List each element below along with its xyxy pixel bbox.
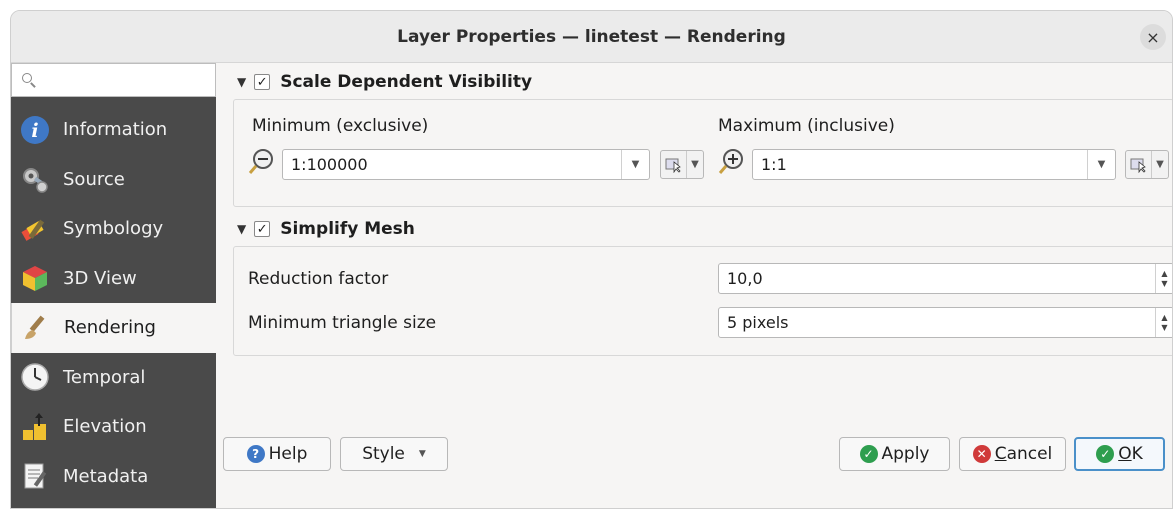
sidebar: i Information Source Symbology 3D View R… [11,63,216,508]
sidebar-item-rendering[interactable]: Rendering [11,303,216,353]
apply-label: Apply [881,444,930,464]
max-scale-from-canvas-button[interactable]: ▼ [1125,150,1169,179]
sidebar-nav: i Information Source Symbology 3D View R… [11,105,216,501]
title-bar: Layer Properties — linetest — Rendering … [11,11,1172,63]
metadata-icon [19,460,51,492]
chevron-down-icon[interactable]: ▼ [621,150,649,179]
map-cursor-icon [661,151,687,178]
ok-label: OK [1118,444,1143,464]
chevron-down-icon: ▼ [691,159,699,170]
check-icon: ✓ [859,445,878,463]
sidebar-item-symbology[interactable]: Symbology [11,204,216,254]
simplify-mesh-checkbox[interactable]: ✓ [254,221,271,237]
check-icon: ✓ [1096,445,1115,463]
simplify-mesh-title: Simplify Mesh [280,219,415,239]
search-icon [22,73,36,88]
spin-arrows-icon[interactable]: ▲ ▼ [1155,264,1172,293]
scale-visibility-title: Scale Dependent Visibility [280,72,533,92]
sidebar-item-label: Source [63,168,125,190]
scale-visibility-header[interactable]: ▼ ✓ Scale Dependent Visibility [223,65,1172,99]
collapse-arrow-icon[interactable]: ▼ [237,75,246,89]
symbology-icon [19,213,51,245]
info-icon: i [19,114,51,146]
min-triangle-size-label: Minimum triangle size [248,313,437,333]
simplify-mesh-header[interactable]: ▼ ✓ Simplify Mesh [223,212,1172,246]
help-label: Help [268,444,308,464]
sidebar-item-label: Temporal [63,366,146,388]
sidebar-item-metadata[interactable]: Metadata [11,452,216,502]
layer-properties-dialog: Layer Properties — linetest — Rendering … [10,10,1173,509]
simplify-mesh-group: Reduction factor 10,0 ▲ ▼ Minimum triangl… [233,246,1172,356]
zoom-in-icon [718,149,743,174]
reduction-factor-label: Reduction factor [248,269,389,289]
cancel-label: Cancel [994,444,1053,464]
source-icon [19,163,51,195]
collapse-arrow-icon[interactable]: ▼ [237,222,246,236]
close-button[interactable]: × [1140,24,1166,50]
search-input[interactable] [44,72,214,88]
sidebar-item-label: Metadata [63,465,149,487]
rendering-brush-icon [20,312,52,344]
cancel-x-icon: ✕ [972,445,991,463]
min-triangle-size-spinbox[interactable]: 5 pixels ▲ ▼ [718,307,1172,338]
sidebar-item-label: Elevation [63,416,147,438]
sidebar-item-3d-view[interactable]: 3D View [11,254,216,304]
max-scale-label: Maximum (inclusive) [718,116,895,136]
sidebar-item-label: Information [63,119,168,141]
min-scale-from-canvas-button[interactable]: ▼ [660,150,704,179]
chevron-down-icon[interactable]: ▼ [1087,150,1115,179]
chevron-down-icon: ▼ [1156,159,1164,170]
sidebar-item-temporal[interactable]: Temporal [11,353,216,403]
sidebar-item-label: Symbology [63,218,164,240]
sidebar-item-label: Rendering [64,317,156,339]
chevron-down-icon: ▼ [418,449,426,459]
sidebar-item-information[interactable]: i Information [11,105,216,155]
reduction-factor-spinbox[interactable]: 10,0 ▲ ▼ [718,263,1172,294]
help-icon: ? [246,445,265,463]
style-label: Style [362,444,405,464]
help-button[interactable]: ? Help [223,437,331,471]
min-scale-value: 1:100000 [291,155,368,174]
zoom-out-icon [248,149,273,174]
elevation-icon [19,411,51,443]
close-icon: × [1146,27,1160,47]
reduction-factor-value: 10,0 [727,269,763,288]
spin-arrows-icon[interactable]: ▲ ▼ [1155,308,1172,337]
style-button[interactable]: Style ▼ [340,437,448,471]
sidebar-item-source[interactable]: Source [11,155,216,205]
min-scale-combo[interactable]: 1:100000 ▼ [282,149,650,180]
sidebar-search[interactable] [11,63,216,97]
scale-visibility-group: Minimum (exclusive) Maximum (inclusive) … [233,99,1172,207]
min-triangle-size-value: 5 pixels [727,313,789,332]
scale-visibility-checkbox[interactable]: ✓ [254,74,271,90]
cancel-button[interactable]: ✕ Cancel [959,437,1066,471]
apply-button[interactable]: ✓ Apply [839,437,950,471]
window-title: Layer Properties — linetest — Rendering [397,26,786,47]
min-scale-label: Minimum (exclusive) [252,116,429,136]
sidebar-item-elevation[interactable]: Elevation [11,402,216,452]
ok-button[interactable]: ✓ OK [1074,437,1165,471]
sidebar-item-label: 3D View [63,267,137,289]
svg-text:i: i [31,120,38,142]
max-scale-combo[interactable]: 1:1 ▼ [752,149,1116,180]
map-cursor-icon [1126,151,1152,178]
max-scale-value: 1:1 [761,155,787,174]
3d-view-icon [19,262,51,294]
clock-icon [19,361,51,393]
